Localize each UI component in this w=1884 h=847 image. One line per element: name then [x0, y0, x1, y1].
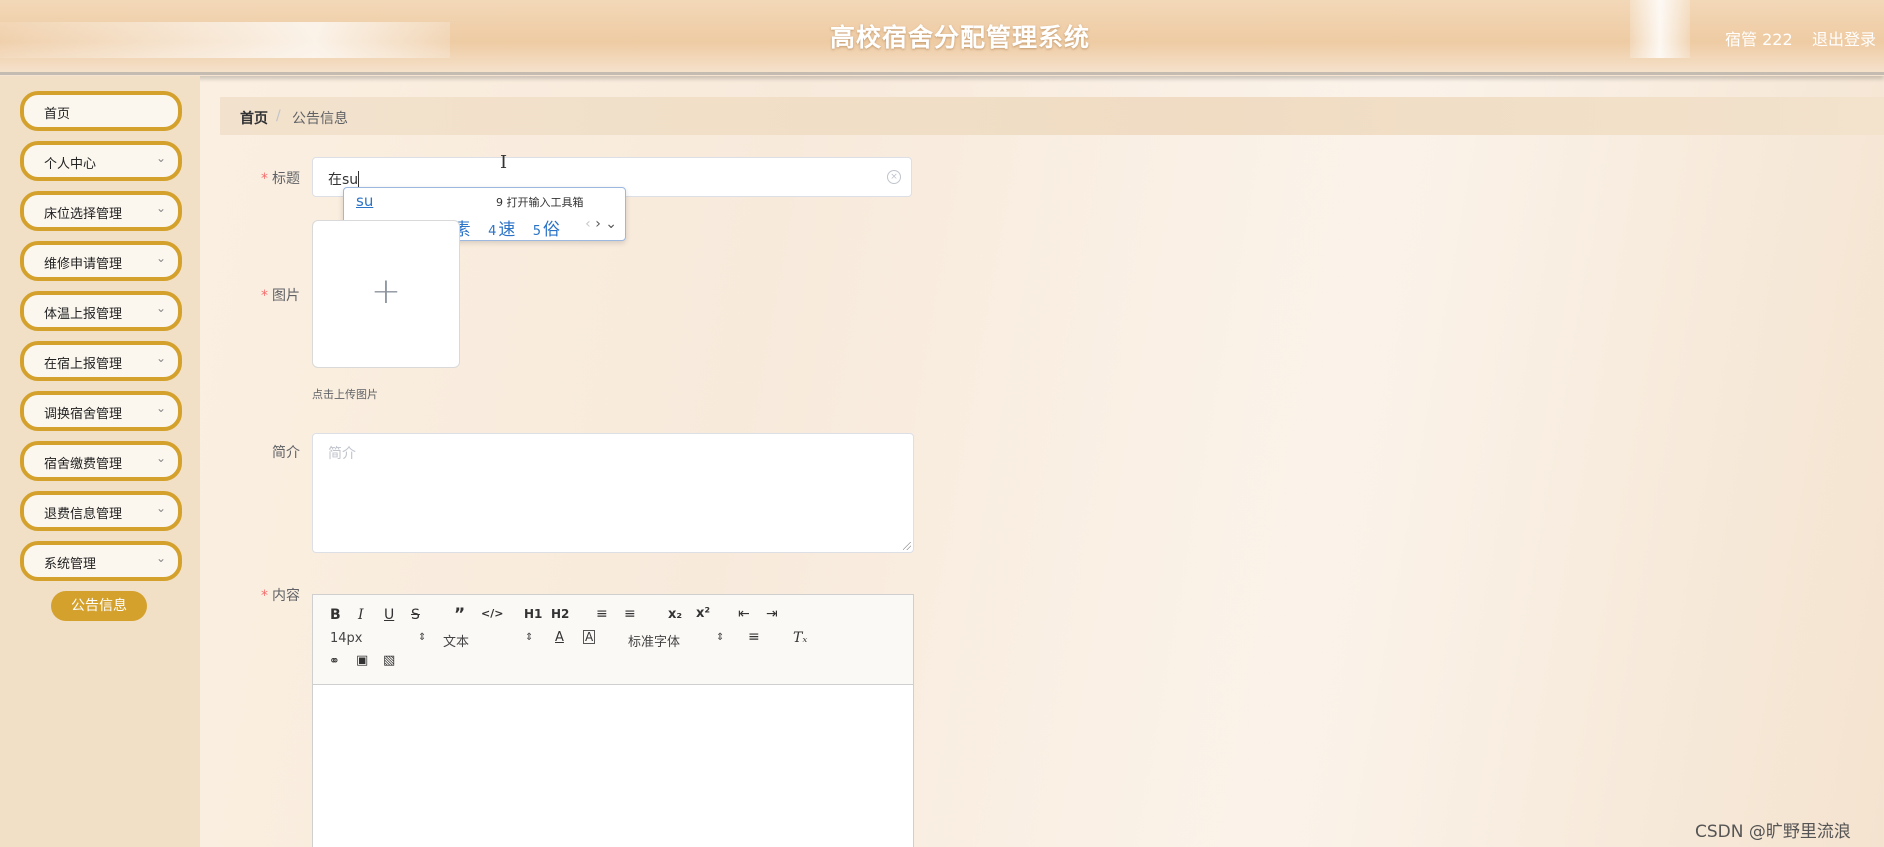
chevron-left-icon[interactable]: ‹ [585, 216, 591, 232]
clear-icon[interactable]: × [887, 170, 901, 184]
image-upload-box[interactable]: + [312, 220, 460, 368]
sidebar-subitem-announcements[interactable]: 公告信息 [51, 591, 147, 621]
sidebar-item-dorm-payment[interactable]: 宿舍缴费管理 ⌄ [20, 441, 182, 481]
breadcrumb-separator: / [276, 108, 281, 124]
chevron-down-icon: ⌄ [155, 551, 166, 565]
plus-icon: + [370, 271, 402, 312]
resize-handle-icon[interactable] [903, 542, 911, 550]
header-divider [0, 72, 1884, 75]
chevron-down-icon[interactable]: ⌄ [605, 216, 617, 232]
sidebar-item-label: 宿舍缴费管理 [44, 457, 123, 472]
breadcrumb: 首页 / 公告信息 [220, 97, 1884, 135]
sidebar-item-home[interactable]: 首页 [20, 91, 182, 131]
ime-toolbox-link[interactable]: 9 打开输入工具箱 [496, 194, 584, 210]
sidebar-item-label: 维修申请管理 [44, 257, 123, 272]
sidebar-item-label: 体温上报管理 [44, 307, 123, 322]
ime-candidate[interactable]: 4速 [488, 220, 515, 240]
rich-text-editor: B I U S ” </> H1 H2 ≡ ≡ x₂ x² ⇤ ⇥ 14px ⇕ … [312, 594, 914, 847]
sidebar-item-temperature-report[interactable]: 体温上报管理 ⌄ [20, 291, 182, 331]
chevron-down-icon: ⌄ [155, 251, 166, 265]
intro-label: 简介 [272, 445, 300, 461]
chevron-down-icon: ⌄ [155, 401, 166, 415]
content-label: * 内容 [261, 588, 300, 604]
bold-icon[interactable]: B [330, 607, 341, 623]
ime-composition: su [356, 192, 374, 210]
sidebar-item-label: 退费信息管理 [44, 507, 123, 522]
breadcrumb-current: 公告信息 [292, 111, 348, 127]
underline-icon[interactable]: U [384, 607, 394, 623]
select-arrows-icon: ⇕ [716, 632, 725, 643]
subscript-icon[interactable]: x₂ [668, 607, 682, 622]
sidebar-item-repair-requests[interactable]: 维修申请管理 ⌄ [20, 241, 182, 281]
strikethrough-icon[interactable]: S [411, 607, 420, 623]
top-header: 高校宿舍分配管理系统 宿管 222 退出登录 [0, 0, 1884, 76]
heading1-icon[interactable]: H1 [524, 607, 542, 621]
sidebar-item-system-management[interactable]: 系统管理 ⌄ [20, 541, 182, 581]
font-color-icon[interactable]: A [555, 630, 564, 645]
clear-format-icon[interactable]: Tₓ [793, 630, 807, 646]
logout-button[interactable]: 退出登录 [1812, 26, 1876, 50]
sidebar-item-in-dorm-report[interactable]: 在宿上报管理 ⌄ [20, 341, 182, 381]
app-title: 高校宿舍分配管理系统 [829, 23, 1090, 52]
video-icon[interactable]: ▧ [383, 653, 395, 668]
sidebar-item-personal-center[interactable]: 个人中心 ⌄ [20, 141, 182, 181]
select-arrows-icon: ⇕ [418, 632, 427, 643]
chevron-down-icon: ⌄ [155, 451, 166, 465]
intro-textarea[interactable]: 简介 [312, 433, 914, 553]
bullet-list-icon[interactable]: ≡ [624, 606, 636, 622]
select-arrows-icon: ⇕ [525, 632, 534, 643]
sidebar: 首页 个人中心 ⌄ 床位选择管理 ⌄ 维修申请管理 ⌄ 体温上报管理 ⌄ 在宿上… [0, 76, 200, 847]
code-block-icon[interactable]: </> [481, 607, 503, 620]
ime-page-nav: ‹ › ⌄ [585, 216, 617, 232]
sidebar-item-label: 系统管理 [44, 557, 97, 572]
sidebar-item-label: 首页 [44, 107, 71, 122]
text-caret [358, 171, 360, 187]
title-label: * 标题 [261, 171, 300, 187]
sidebar-item-bed-selection[interactable]: 床位选择管理 ⌄ [20, 191, 182, 231]
intro-placeholder: 简介 [328, 446, 356, 462]
watermark: CSDN @旷野里流浪 [1695, 822, 1851, 842]
text-cursor-icon: I [500, 152, 508, 173]
chevron-right-icon[interactable]: › [595, 216, 601, 232]
editor-toolbar: B I U S ” </> H1 H2 ≡ ≡ x₂ x² ⇤ ⇥ 14px ⇕ … [313, 595, 913, 685]
chevron-down-icon: ⌄ [155, 201, 166, 215]
title-input-value: 在su [328, 171, 360, 188]
heading2-icon[interactable]: H2 [551, 607, 569, 621]
chevron-down-icon: ⌄ [155, 501, 166, 515]
sidebar-item-label: 调换宿舍管理 [44, 407, 123, 422]
current-user: 宿管 222 [1725, 30, 1793, 49]
sidebar-item-label: 个人中心 [44, 157, 97, 172]
text-type-select[interactable]: 文本 ⇕ [443, 631, 533, 650]
link-icon[interactable]: ⚭ [329, 654, 340, 669]
background-color-icon[interactable]: A [583, 630, 596, 644]
chevron-down-icon: ⌄ [155, 301, 166, 315]
chevron-down-icon: ⌄ [155, 151, 166, 165]
font-family-select[interactable]: 标准字体 ⇕ [628, 631, 728, 650]
ordered-list-icon[interactable]: ≡ [596, 606, 608, 622]
blockquote-icon[interactable]: ” [454, 605, 465, 625]
sidebar-item-dorm-swap[interactable]: 调换宿舍管理 ⌄ [20, 391, 182, 431]
sidebar-item-label: 床位选择管理 [44, 207, 123, 222]
image-label: * 图片 [261, 288, 300, 304]
sidebar-item-label: 在宿上报管理 [44, 357, 123, 372]
superscript-icon[interactable]: x² [696, 606, 710, 621]
italic-icon[interactable]: I [358, 607, 364, 623]
upload-tip: 点击上传图片 [312, 388, 378, 401]
ime-candidate[interactable]: 5俗 [533, 220, 560, 240]
sidebar-item-refund-info[interactable]: 退费信息管理 ⌄ [20, 491, 182, 531]
font-size-select[interactable]: 14px ⇕ [330, 631, 426, 646]
breadcrumb-home[interactable]: 首页 [240, 108, 268, 128]
chevron-down-icon: ⌄ [155, 351, 166, 365]
align-icon[interactable]: ≡ [748, 629, 760, 645]
indent-icon[interactable]: ⇥ [766, 606, 778, 622]
image-icon[interactable]: ▣ [356, 653, 368, 668]
outdent-icon[interactable]: ⇤ [738, 606, 750, 622]
